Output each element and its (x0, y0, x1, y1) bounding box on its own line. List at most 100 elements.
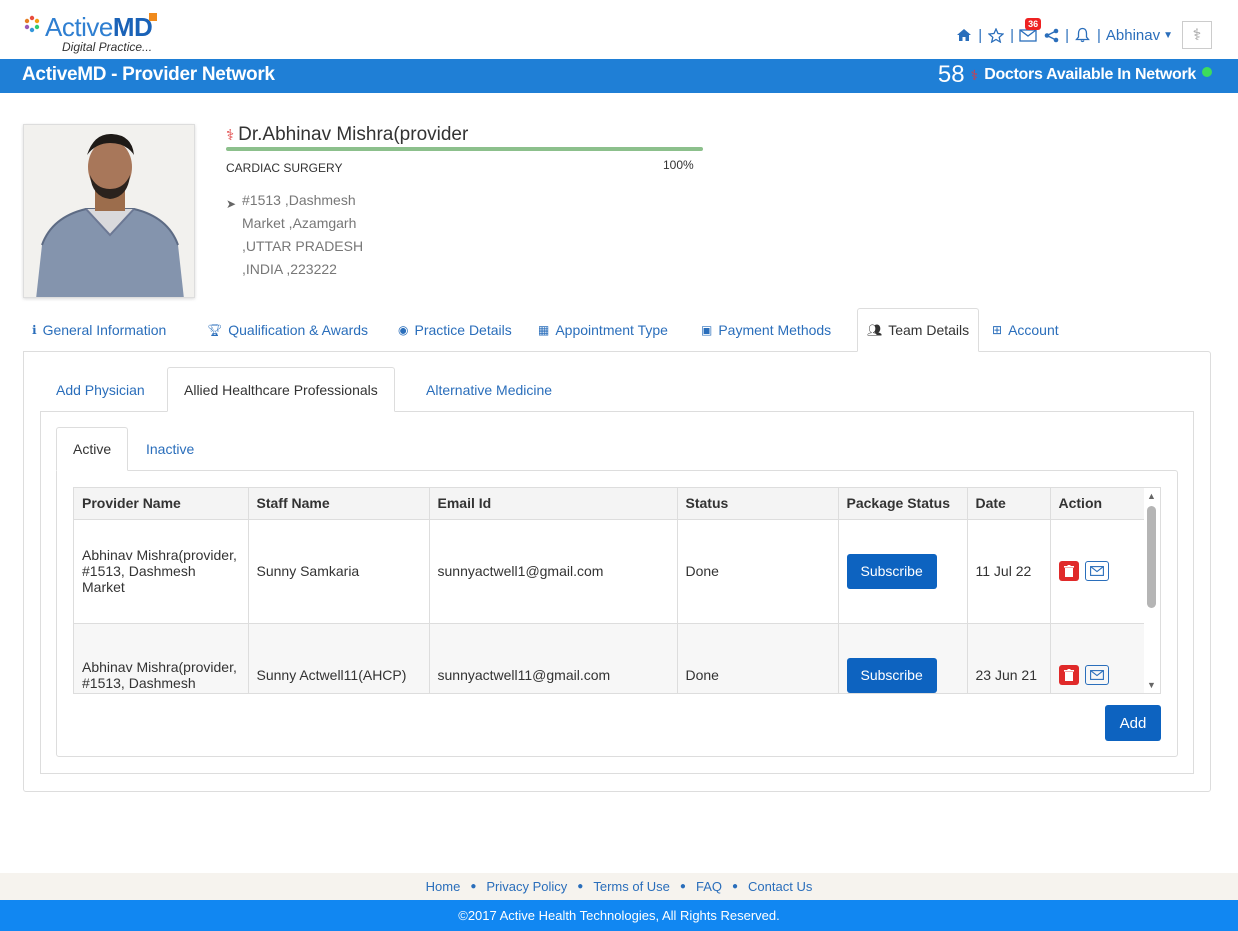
table-scrollbar[interactable]: ▲ ▼ (1144, 488, 1160, 693)
separator: | (1065, 26, 1069, 44)
tab-appointment-type[interactable]: ▦ Appointment Type (529, 308, 677, 352)
date-cell: 11 Jul 22 (967, 519, 1051, 624)
package-status-cell: Subscribe (838, 519, 968, 624)
column-header[interactable]: Email Id (429, 488, 678, 520)
footer-link-faq[interactable]: FAQ (696, 879, 722, 894)
table-header-row: Provider Name Staff Name Email Id Status… (74, 488, 1146, 520)
footer-link-privacy-policy[interactable]: Privacy Policy (486, 879, 567, 894)
doctors-count: 58 (937, 61, 965, 88)
date-cell: 23 Jun 21 (967, 623, 1051, 693)
tab-qualification-awards[interactable]: 🏆︎ Qualification & Awards (198, 308, 377, 352)
profile-tabs: ℹ General Information 🏆︎ Qualification & A… (23, 308, 1211, 352)
target-icon: ◉ (398, 323, 409, 337)
bell-icon[interactable] (1074, 26, 1092, 44)
email-cell: sunnyactwell11@gmail.com (429, 623, 678, 693)
tab-inactive[interactable]: Inactive (130, 427, 210, 471)
provider-name-cell: Abhinav Mishra(provider, #1513, Dashmesh (74, 623, 249, 693)
address-line: #1513 ,Dashmesh (242, 192, 356, 208)
profile-completion-percent: 100% (663, 158, 694, 172)
column-header[interactable]: Date (967, 488, 1051, 520)
tab-active[interactable]: Active (56, 427, 129, 471)
bullet: ● (470, 881, 477, 892)
bullet: ● (577, 881, 584, 892)
trash-icon[interactable] (1058, 561, 1079, 581)
profile-completion-bar (226, 147, 703, 151)
star-icon[interactable] (987, 26, 1005, 44)
action-cell (1050, 623, 1146, 693)
mail-badge: 36 (1025, 18, 1042, 30)
scroll-down-icon[interactable]: ▼ (1147, 680, 1156, 690)
logo-tagline: Digital Practice... (62, 40, 153, 54)
calendar-icon: ▦ (538, 323, 550, 337)
doctor-specialty: CARDIAC SURGERY (226, 161, 343, 175)
add-staff-button[interactable]: Add (1105, 705, 1161, 741)
network-title: ActiveMD - Provider Network (22, 64, 275, 85)
network-bar: ActiveMD - Provider Network 58 ⚕ Doctors… (0, 59, 1238, 93)
separator: | (1010, 26, 1015, 44)
tab-allied-healthcare[interactable]: Allied Healthcare Professionals (167, 367, 395, 412)
money-icon: ▣ (701, 323, 713, 337)
status-cell: Done (677, 519, 839, 624)
medkit-icon: ⊞ (992, 323, 1003, 337)
staff-name-cell: Sunny Actwell11(AHCP) (248, 623, 430, 693)
tab-team-details[interactable]: 👥︎ Team Details (857, 308, 980, 352)
tab-payment-methods[interactable]: ▣ Payment Methods (692, 308, 840, 352)
user-avatar-caduceus-icon[interactable]: ⚕ (1182, 21, 1212, 49)
info-icon: ℹ (32, 323, 37, 337)
footer-link-home[interactable]: Home (426, 879, 461, 894)
envelope-icon[interactable] (1084, 665, 1109, 685)
footer-links: Home ● Privacy Policy ● Terms of Use ● F… (0, 873, 1238, 900)
doctor-name: Dr.Abhinav Mishra(provider (238, 124, 469, 145)
separator: | (978, 26, 983, 44)
tab-label: Qualification & Awards (228, 322, 369, 338)
users-icon: 👥︎ (867, 323, 883, 337)
separator: | (1096, 26, 1101, 44)
envelope-icon[interactable] (1084, 561, 1109, 581)
address-line: ,UTTAR PRADESH (242, 238, 364, 254)
tab-label: General Information (42, 322, 167, 338)
tab-label: Appointment Type (555, 322, 668, 338)
subscribe-button[interactable]: Subscribe (846, 553, 937, 589)
column-header[interactable]: Provider Name (74, 488, 249, 520)
share-icon[interactable] (1042, 26, 1060, 44)
tab-label: Team Details (888, 322, 970, 338)
network-status: 58 ⚕ Doctors Available In Network (938, 61, 1212, 89)
column-header[interactable]: Package Status (838, 488, 968, 520)
caduceus-icon: ⚕ (226, 127, 235, 144)
staff-table: Provider Name Staff Name Email Id Status… (74, 488, 1146, 693)
trash-icon[interactable] (1058, 665, 1079, 685)
doctor-address: ➤ #1513 ,Dashmesh Market ,Azamgarh ,UTTA… (226, 189, 363, 281)
mail-icon[interactable]: 36 (1019, 18, 1042, 44)
location-arrow-icon: ➤ (226, 197, 237, 211)
home-icon[interactable] (955, 26, 973, 44)
doctor-name-heading: ⚕ Dr.Abhinav Mishra(provider (226, 124, 468, 146)
logo-square (149, 13, 157, 21)
tab-alternative-medicine[interactable]: Alternative Medicine (410, 367, 568, 412)
brand-active-text: Active (45, 12, 113, 42)
staff-table-container[interactable]: Provider Name Staff Name Email Id Status… (73, 487, 1161, 694)
user-menu[interactable]: Abhinav ▼ (1106, 27, 1173, 44)
brand-md-text: MD (112, 12, 153, 42)
activemd-logo[interactable]: ActiveMD Digital Practice... (22, 12, 157, 54)
address-line: Market ,Azamgarh (242, 215, 357, 231)
doctors-label: Doctors Available In Network (984, 66, 1196, 83)
tab-label: Payment Methods (718, 322, 832, 338)
scroll-up-icon[interactable]: ▲ (1147, 491, 1156, 501)
tab-practice-details[interactable]: ◉ Practice Details (389, 308, 521, 352)
address-line: ,INDIA ,223222 (242, 261, 337, 277)
footer-link-contact-us[interactable]: Contact Us (748, 879, 812, 894)
column-header[interactable]: Status (677, 488, 839, 520)
bullet: ● (679, 881, 686, 892)
tab-label: Practice Details (414, 322, 512, 338)
tab-add-physician[interactable]: Add Physician (40, 367, 161, 412)
subscribe-button[interactable]: Subscribe (846, 657, 937, 693)
tab-general-information[interactable]: ℹ General Information (23, 308, 175, 352)
footer-link-terms-of-use[interactable]: Terms of Use (593, 879, 670, 894)
scrollbar-thumb[interactable] (1147, 506, 1156, 608)
column-header[interactable]: Staff Name (248, 488, 430, 520)
staff-name-cell: Sunny Samkaria (248, 519, 430, 624)
tab-account[interactable]: ⊞ Account (983, 308, 1068, 352)
package-status-cell: Subscribe (838, 623, 968, 693)
top-header: ActiveMD Digital Practice... | | 36 | | … (0, 0, 1238, 59)
provider-name-cell: Abhinav Mishra(provider, #1513, Dashmesh… (74, 519, 249, 624)
